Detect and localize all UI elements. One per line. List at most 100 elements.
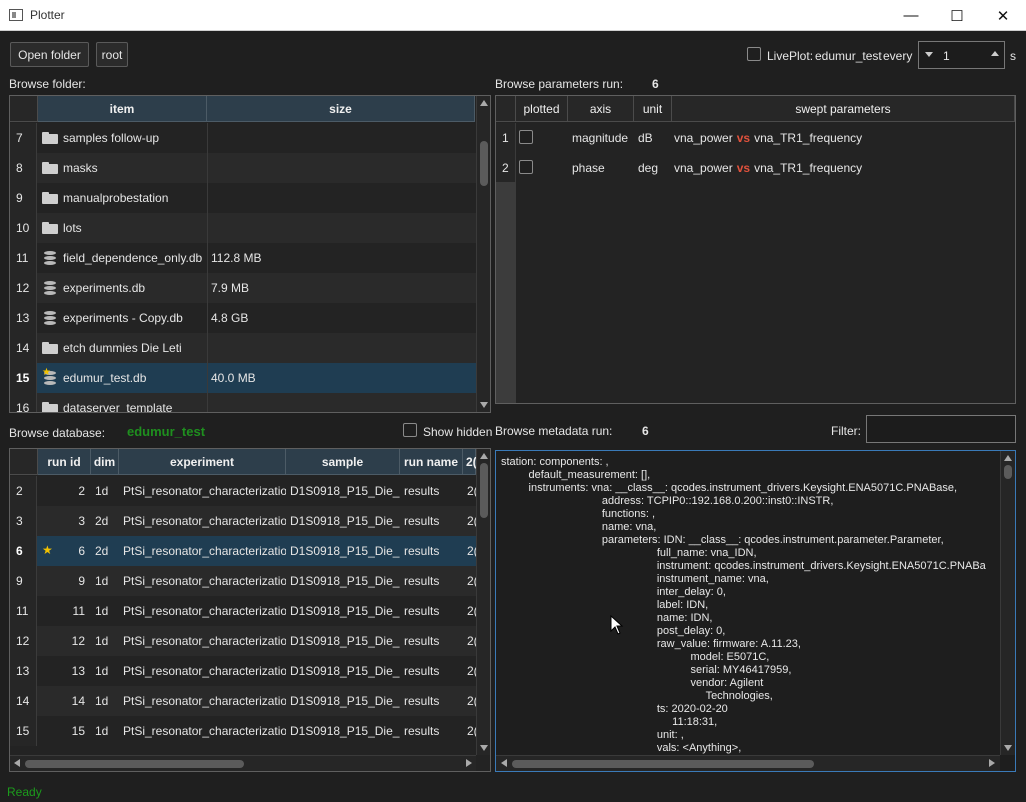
folder-col-item[interactable]: item (38, 96, 207, 122)
window-title: Plotter (30, 8, 65, 22)
scroll-up-icon[interactable] (480, 100, 488, 106)
column-divider (207, 393, 208, 412)
folder-item-name: masks (63, 161, 98, 175)
folder-row[interactable]: 11 field_dependence_only.db 112.8 MB (10, 243, 476, 273)
metadata-view[interactable]: station: components: , default_measureme… (495, 450, 1016, 772)
run-name-cell: results (404, 604, 440, 618)
spin-down-icon[interactable] (925, 52, 933, 57)
folder-table[interactable]: item size 7 samples follow-up 8 masks 9 manua… (9, 95, 491, 413)
database-row[interactable]: 14 14 1d PtSi_resonator_characterization D1S… (10, 686, 476, 716)
meta-hscroll-thumb[interactable] (512, 760, 814, 768)
minimize-button[interactable]: — (888, 0, 934, 31)
sample-cell: D1S0918_P15_Die_E3 (290, 574, 400, 588)
database-row[interactable]: 11 11 1d PtSi_resonator_characterization D1S… (10, 596, 476, 626)
parameter-row[interactable]: 2 phase deg vna_power vs vna_TR1_frequency (496, 153, 1015, 183)
params-col-swept[interactable]: swept parameters (672, 96, 1015, 122)
params-col-plotted[interactable]: plotted (516, 96, 568, 122)
meta-vscroll[interactable] (1000, 451, 1015, 755)
open-folder-button[interactable]: Open folder (10, 42, 89, 67)
folder-vscroll[interactable] (476, 96, 490, 412)
database-star-icon: ★ (42, 367, 56, 385)
maximize-button[interactable]: ☐ (934, 0, 980, 31)
plotted-checkbox[interactable] (519, 130, 533, 144)
plotted-checkbox[interactable] (519, 160, 533, 174)
folder-row[interactable]: 15 ★ edumur_test.db 40.0 MB (10, 363, 476, 393)
row-number: 9 (10, 183, 37, 213)
db-scroll-thumb[interactable] (480, 463, 488, 518)
scroll-down-icon[interactable] (480, 745, 488, 751)
folder-row[interactable]: 14 etch dummies Die Leti (10, 333, 476, 363)
root-button[interactable]: root (96, 42, 128, 67)
scroll-up-icon[interactable] (480, 453, 488, 459)
db-hscroll-thumb[interactable] (25, 760, 244, 768)
every-spinbox[interactable]: 1 (918, 41, 1005, 69)
show-hidden-checkbox[interactable] (403, 423, 417, 437)
row-number: 11 (10, 243, 37, 273)
row-number: 16 (10, 393, 37, 412)
scroll-down-icon[interactable] (1004, 745, 1012, 751)
db-col-sample[interactable]: sample (286, 449, 400, 475)
db-vscroll[interactable] (476, 449, 490, 755)
parameter-row[interactable]: 1 magnitude dB vna_power vs vna_TR1_frequency (496, 123, 1015, 153)
browse-database-label: Browse database: (9, 426, 106, 440)
dim-cell: 2d (95, 514, 109, 528)
row-number: 11 (10, 596, 37, 626)
folder-row[interactable]: 13 experiments - Copy.db 4.8 GB (10, 303, 476, 333)
scroll-right-icon[interactable] (989, 759, 995, 767)
vs-label: vs (736, 161, 751, 175)
database-row[interactable]: 3 3 2d PtSi_resonator_characterization D1S09… (10, 506, 476, 536)
dim-cell: 1d (95, 634, 109, 648)
sample-cell: D1S0918_P15_Die_E3 (290, 514, 400, 528)
folder-item-size (211, 123, 411, 153)
sample-cell: D1S0918_P15_Die_E3 (290, 484, 400, 498)
database-row[interactable]: 15 15 1d PtSi_resonator_characterization D1S… (10, 716, 476, 746)
liveplot-checkbox[interactable] (747, 47, 761, 61)
meta-scroll-thumb[interactable] (1004, 465, 1012, 479)
spin-up-icon[interactable] (991, 51, 999, 56)
close-button[interactable]: ✕ (980, 0, 1026, 31)
database-row[interactable]: 9 9 1d PtSi_resonator_characterization D1S09… (10, 566, 476, 596)
params-col-unit[interactable]: unit (634, 96, 672, 122)
experiment-cell: PtSi_resonator_characterization (123, 694, 286, 708)
row-number: 13 (10, 303, 37, 333)
folder-row[interactable]: 10 lots (10, 213, 476, 243)
folder-row[interactable]: 8 masks (10, 153, 476, 183)
parameters-table[interactable]: plotted axis unit swept parameters 1 magn… (495, 95, 1016, 404)
folder-item-size: 40.0 MB (211, 371, 256, 385)
folder-row[interactable]: 7 samples follow-up (10, 123, 476, 153)
extra-cell: 2( (467, 724, 476, 738)
db-col-experiment[interactable]: experiment (119, 449, 286, 475)
folder-row[interactable]: 16 dataserver_template (10, 393, 476, 412)
db-col-run-id[interactable]: run id (38, 449, 91, 475)
swept-param-name: vna_TR1_frequency (754, 131, 863, 145)
database-row[interactable]: 12 12 1d PtSi_resonator_characterization D1S… (10, 626, 476, 656)
scroll-right-icon[interactable] (466, 759, 472, 767)
db-hscroll[interactable] (10, 755, 476, 771)
filter-input[interactable] (866, 415, 1016, 443)
folder-row[interactable]: 9 manualprobestation (10, 183, 476, 213)
scroll-up-icon[interactable] (1004, 455, 1012, 461)
database-icon (44, 311, 56, 325)
browse-metadata-label: Browse metadata run: (495, 424, 613, 438)
scroll-left-icon[interactable] (14, 759, 20, 767)
db-col-extra[interactable]: 2( (463, 449, 477, 475)
database-icon (44, 281, 56, 295)
scroll-down-icon[interactable] (480, 402, 488, 408)
experiment-cell: PtSi_resonator_characterization (123, 514, 286, 528)
db-col-dim[interactable]: dim (91, 449, 119, 475)
folder-icon (42, 132, 58, 144)
column-divider (207, 303, 208, 333)
run-name-cell: results (404, 574, 440, 588)
folder-col-size[interactable]: size (207, 96, 475, 122)
params-col-axis[interactable]: axis (568, 96, 634, 122)
db-col-run-name[interactable]: run name (400, 449, 463, 475)
database-row[interactable]: 6 ★ 6 2d PtSi_resonator_characterization D1S0… (10, 536, 476, 566)
folder-row[interactable]: 12 experiments.db 7.9 MB (10, 273, 476, 303)
column-divider (207, 363, 208, 393)
meta-hscroll[interactable] (496, 755, 1000, 771)
database-table[interactable]: run id dim experiment sample run name 2(… (9, 448, 491, 772)
folder-scroll-thumb[interactable] (480, 141, 488, 186)
scroll-left-icon[interactable] (501, 759, 507, 767)
database-row[interactable]: 2 2 1d PtSi_resonator_characterization D1S09… (10, 476, 476, 506)
database-row[interactable]: 13 13 1d PtSi_resonator_characterization D1S… (10, 656, 476, 686)
